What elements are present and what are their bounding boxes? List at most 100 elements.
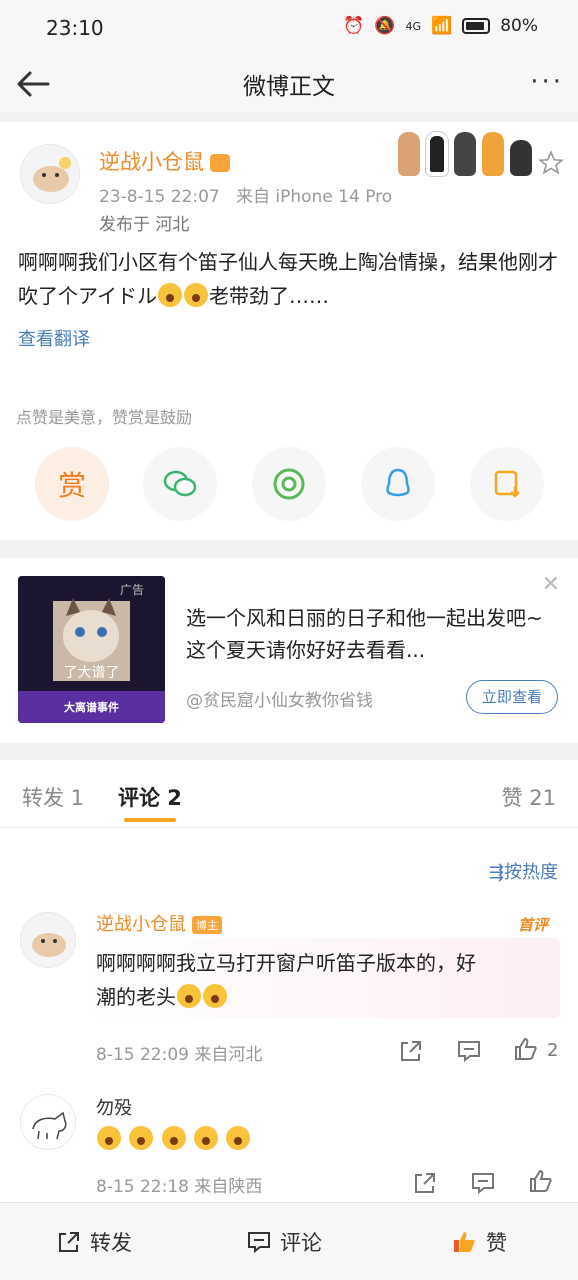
- comment-button[interactable]: 评论: [246, 1227, 322, 1257]
- author-avatar[interactable]: [20, 144, 80, 204]
- reward-hint: 点赞是美意，赞赏是鼓励: [16, 408, 193, 427]
- moments-share-button[interactable]: [252, 447, 326, 521]
- sort-by-hot[interactable]: ⇶按热度: [489, 858, 558, 884]
- liked-thumb-icon: [454, 1232, 475, 1252]
- tab-bar: 转发 1 评论 2 赞 21: [0, 760, 578, 828]
- moments-icon: [273, 468, 305, 500]
- more-options-icon[interactable]: ···: [530, 69, 564, 95]
- share-icon[interactable]: [412, 1170, 438, 1196]
- like-label: 赞: [486, 1231, 507, 1255]
- repost-icon: [59, 1232, 79, 1252]
- paw-icon: [510, 140, 532, 176]
- shocked-emoji-icon: [161, 1126, 186, 1150]
- save-image-icon: [494, 470, 520, 498]
- view-now-button[interactable]: 立即查看: [466, 680, 558, 714]
- hamster-avatar-icon: [32, 933, 66, 957]
- paw-decoration: [398, 131, 564, 177]
- ad-card[interactable]: 了大谱了 大离谱事件 广告 ✕ 选一个风和日丽的日子和他一起出发吧~这个夏天请你…: [0, 558, 578, 743]
- mute-icon: 🔕: [374, 16, 396, 36]
- tab-indicator: [124, 818, 176, 822]
- shocked-emoji-icon: [129, 1126, 154, 1150]
- tab-comments[interactable]: 评论 2: [118, 782, 182, 812]
- reward-button[interactable]: 赏: [35, 447, 109, 521]
- shocked-emoji-icon: [226, 1126, 251, 1150]
- ad-source[interactable]: @贫民窟小仙女教你省钱: [186, 686, 373, 711]
- surprised-emoji-icon: [158, 283, 182, 307]
- wechat-share-button[interactable]: [143, 447, 217, 521]
- paw-icon: [454, 132, 476, 176]
- ad-thumbnail[interactable]: 了大谱了 大离谱事件: [18, 576, 165, 723]
- like-button[interactable]: 赞: [452, 1227, 507, 1257]
- status-time: 23:10: [46, 16, 104, 40]
- repost-label: 转发: [90, 1231, 132, 1255]
- comment-like-count: 2: [547, 1040, 559, 1061]
- post-source: 来自 iPhone 14 Pro: [235, 187, 393, 207]
- comment-text-line2-text: 潮的老头: [96, 985, 176, 1009]
- paw-icon: [482, 132, 504, 176]
- tab-likes[interactable]: 赞 21: [502, 782, 556, 812]
- post-location: 发布于 河北: [99, 215, 190, 235]
- comments-section: 转发 1 评论 2 赞 21 ⇶按热度 逆战小仓鼠 博主 首评 啊啊啊啊我立马打开…: [0, 760, 578, 1202]
- sort-label: 按热度: [504, 862, 558, 883]
- page-title: 微博正文: [243, 74, 335, 100]
- ad-thumb-label: 大离谱事件: [64, 701, 119, 714]
- post-body: 啊啊啊我们小区有个笛子仙人每天晚上陶冶情操，结果他刚才吹了个アイドル 老带劲了……: [18, 245, 558, 313]
- shocked-emoji-icon: [203, 984, 227, 1008]
- sort-icon: ⇶: [488, 862, 504, 883]
- ad-text[interactable]: 选一个风和日丽的日子和他一起出发吧~这个夏天请你好好去看看...: [186, 602, 558, 666]
- comment-icon[interactable]: [470, 1170, 496, 1196]
- like-icon[interactable]: [513, 1036, 539, 1062]
- comment-meta: 8-15 22:09 来自河北: [96, 1045, 263, 1065]
- status-icons: ⏰ 🔕 4G 📶 80%: [343, 16, 538, 36]
- battery-icon: [462, 18, 491, 34]
- share-icon[interactable]: [398, 1038, 424, 1064]
- crown-icon: [210, 154, 230, 172]
- qq-icon: [386, 468, 410, 497]
- close-icon[interactable]: ✕: [542, 572, 560, 597]
- post-text-part2: 老带劲了……: [209, 284, 329, 308]
- alarm-icon: ⏰: [343, 16, 365, 36]
- first-comment-tag: 首评: [517, 916, 548, 934]
- translate-link[interactable]: 查看翻译: [18, 325, 90, 351]
- comment-text-line1: 啊啊啊啊我立马打开窗户听笛子版本的，好: [96, 951, 476, 975]
- save-image-button[interactable]: [470, 447, 544, 521]
- shocked-emoji-icon: [177, 984, 201, 1008]
- status-bar: 23:10 ⏰ 🔕 4G 📶 80%: [0, 0, 578, 56]
- comment-author-text: 逆战小仓鼠: [96, 914, 186, 935]
- post-meta: 23-8-15 22:07 来自 iPhone 14 Pro: [99, 182, 392, 207]
- comment-author[interactable]: 逆战小仓鼠 博主: [96, 910, 222, 936]
- comment-icon[interactable]: [456, 1038, 482, 1064]
- signal-icon: 📶: [431, 16, 453, 36]
- comment-meta: 8-15 22:18 来自陕西: [96, 1177, 263, 1197]
- post-card: 逆战小仓鼠 23-8-15 22:07 来自 iPhone 14 Pro 发布于…: [0, 122, 578, 540]
- post-date: 23-8-15 22:07: [99, 187, 220, 207]
- hamster-avatar-icon: [33, 157, 71, 192]
- author-name[interactable]: 逆战小仓鼠: [99, 146, 230, 176]
- battery-level: 80%: [500, 16, 538, 36]
- reward-label: 赏: [57, 469, 86, 502]
- ad-tag: 广告: [120, 583, 145, 597]
- star-icon[interactable]: [538, 150, 564, 176]
- comment-text-line2: 潮的老头: [96, 980, 476, 1014]
- network-label: 4G: [405, 19, 422, 33]
- comment-icon: [248, 1232, 270, 1254]
- dog-avatar-icon: [32, 1111, 67, 1140]
- nav-bar: 微博正文 ···: [0, 56, 578, 112]
- tab-repost[interactable]: 转发 1: [22, 782, 84, 812]
- paw-icon: [398, 132, 420, 176]
- author-badge: 博主: [192, 916, 222, 934]
- wechat-icon: [163, 470, 197, 497]
- shocked-emoji-icon: [97, 1126, 121, 1150]
- comment-avatar[interactable]: [20, 912, 76, 968]
- paw-icon: [425, 131, 449, 177]
- comment-author[interactable]: 勿殁: [96, 1094, 132, 1120]
- author-name-text: 逆战小仓鼠: [99, 150, 204, 174]
- comment-avatar[interactable]: [20, 1094, 76, 1150]
- comment-text: [96, 1122, 251, 1156]
- surprised-emoji-icon: [184, 283, 208, 307]
- bottom-action-bar: 转发 评论 赞: [0, 1202, 578, 1280]
- qq-share-button[interactable]: [361, 447, 435, 521]
- repost-button[interactable]: 转发: [56, 1227, 132, 1257]
- like-icon[interactable]: [528, 1168, 554, 1194]
- shocked-emoji-icon: [194, 1126, 219, 1150]
